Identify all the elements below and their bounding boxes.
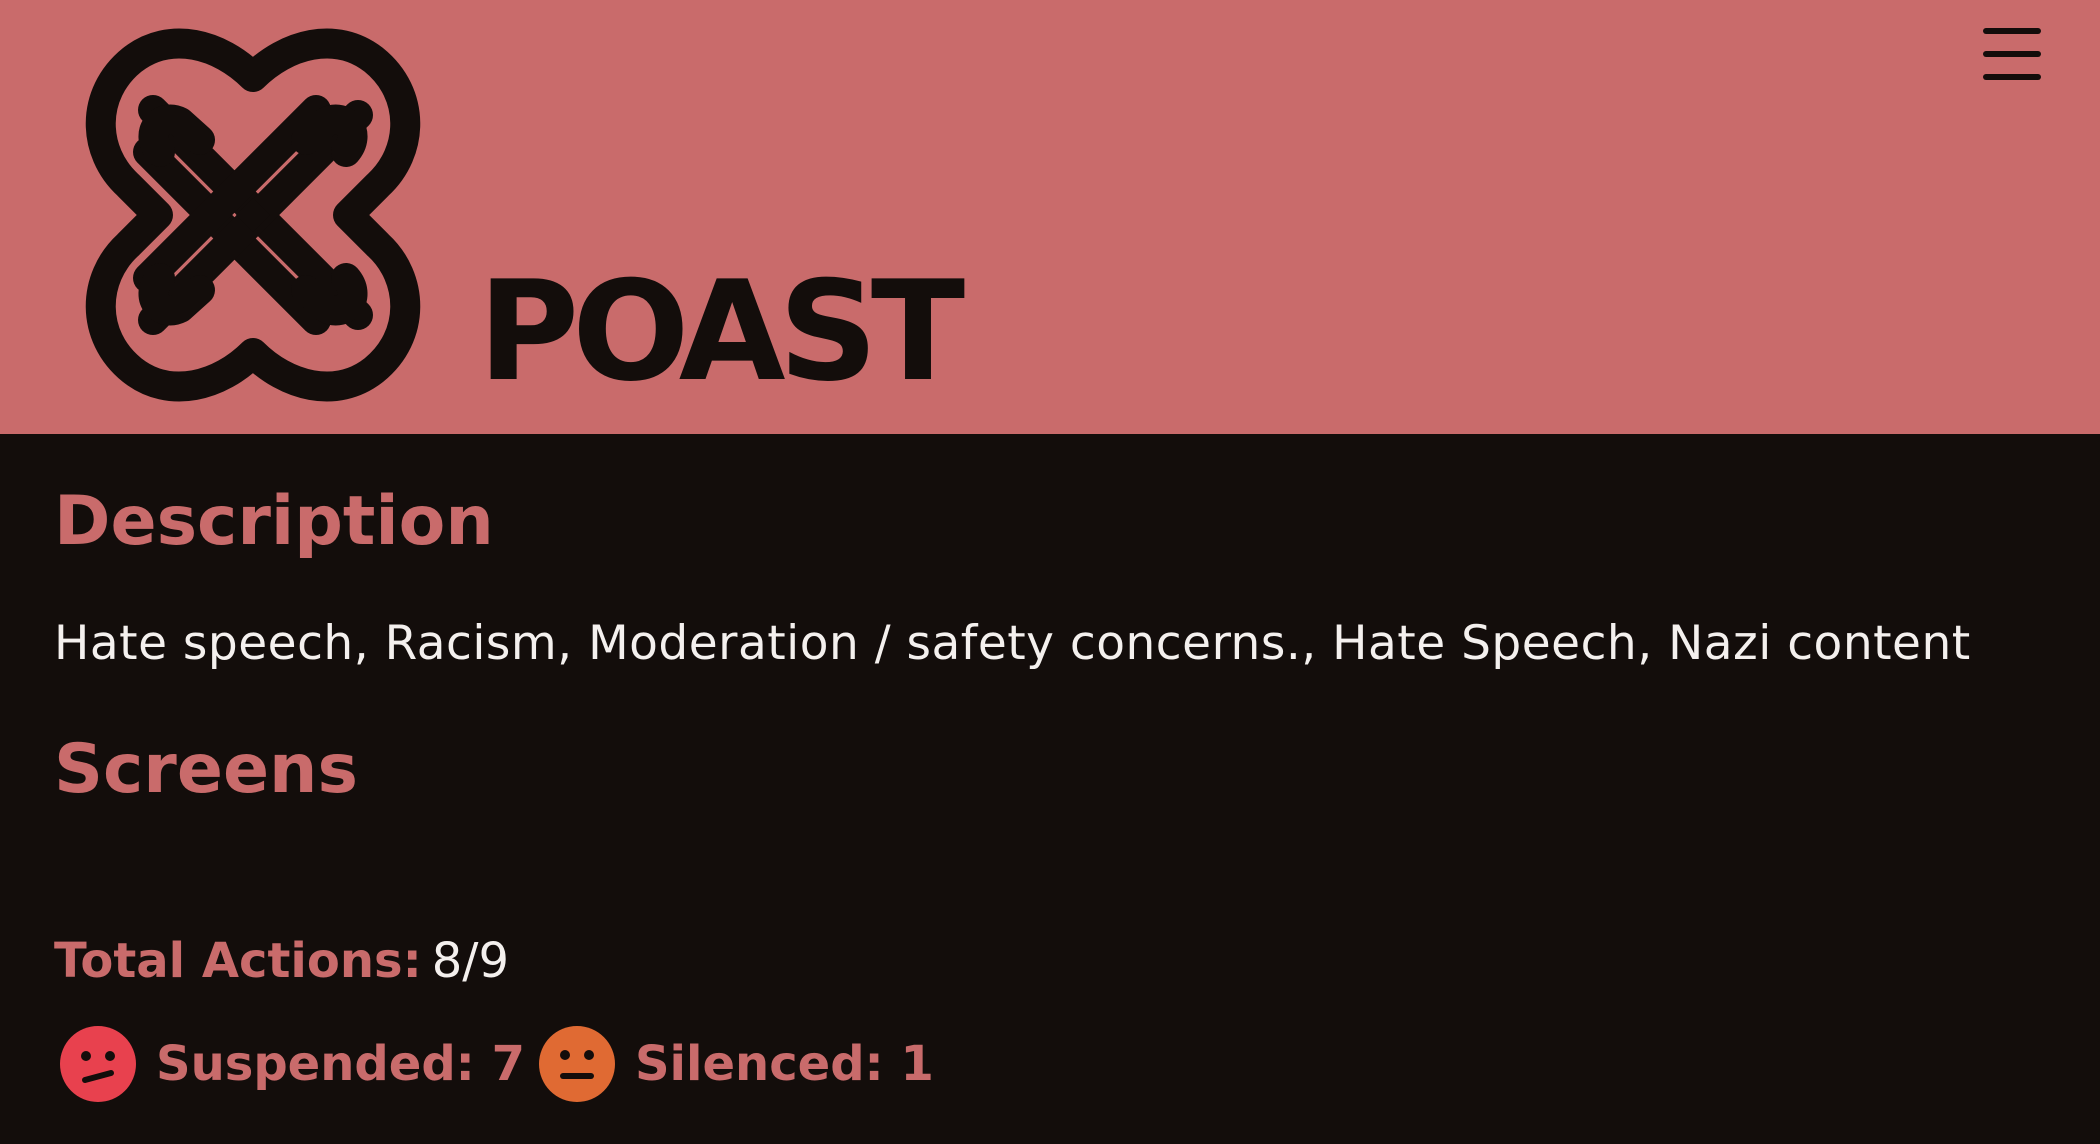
knot-logo-icon[interactable]	[60, 22, 446, 408]
total-actions-value: 8/9	[431, 933, 510, 989]
neutral-face-icon	[538, 1026, 615, 1102]
confused-face-icon	[60, 1026, 136, 1102]
hamburger-menu-icon[interactable]	[1978, 26, 2044, 82]
description-heading: Description	[54, 482, 494, 561]
description-text: Hate speech, Racism, Moderation / safety…	[54, 616, 1971, 671]
silenced-count: Silenced: 1	[634, 1036, 934, 1092]
actions-summary: Suspended: 7 Silenced: 1	[60, 1024, 948, 1104]
screens-heading: Screens	[54, 730, 358, 809]
brand-name[interactable]: POAST	[478, 262, 965, 402]
site-header: POAST	[0, 0, 2100, 434]
total-actions-label: Total Actions:	[54, 933, 422, 989]
total-actions: Total Actions: 8/9	[54, 930, 509, 992]
suspended-count: Suspended: 7	[156, 1036, 525, 1092]
